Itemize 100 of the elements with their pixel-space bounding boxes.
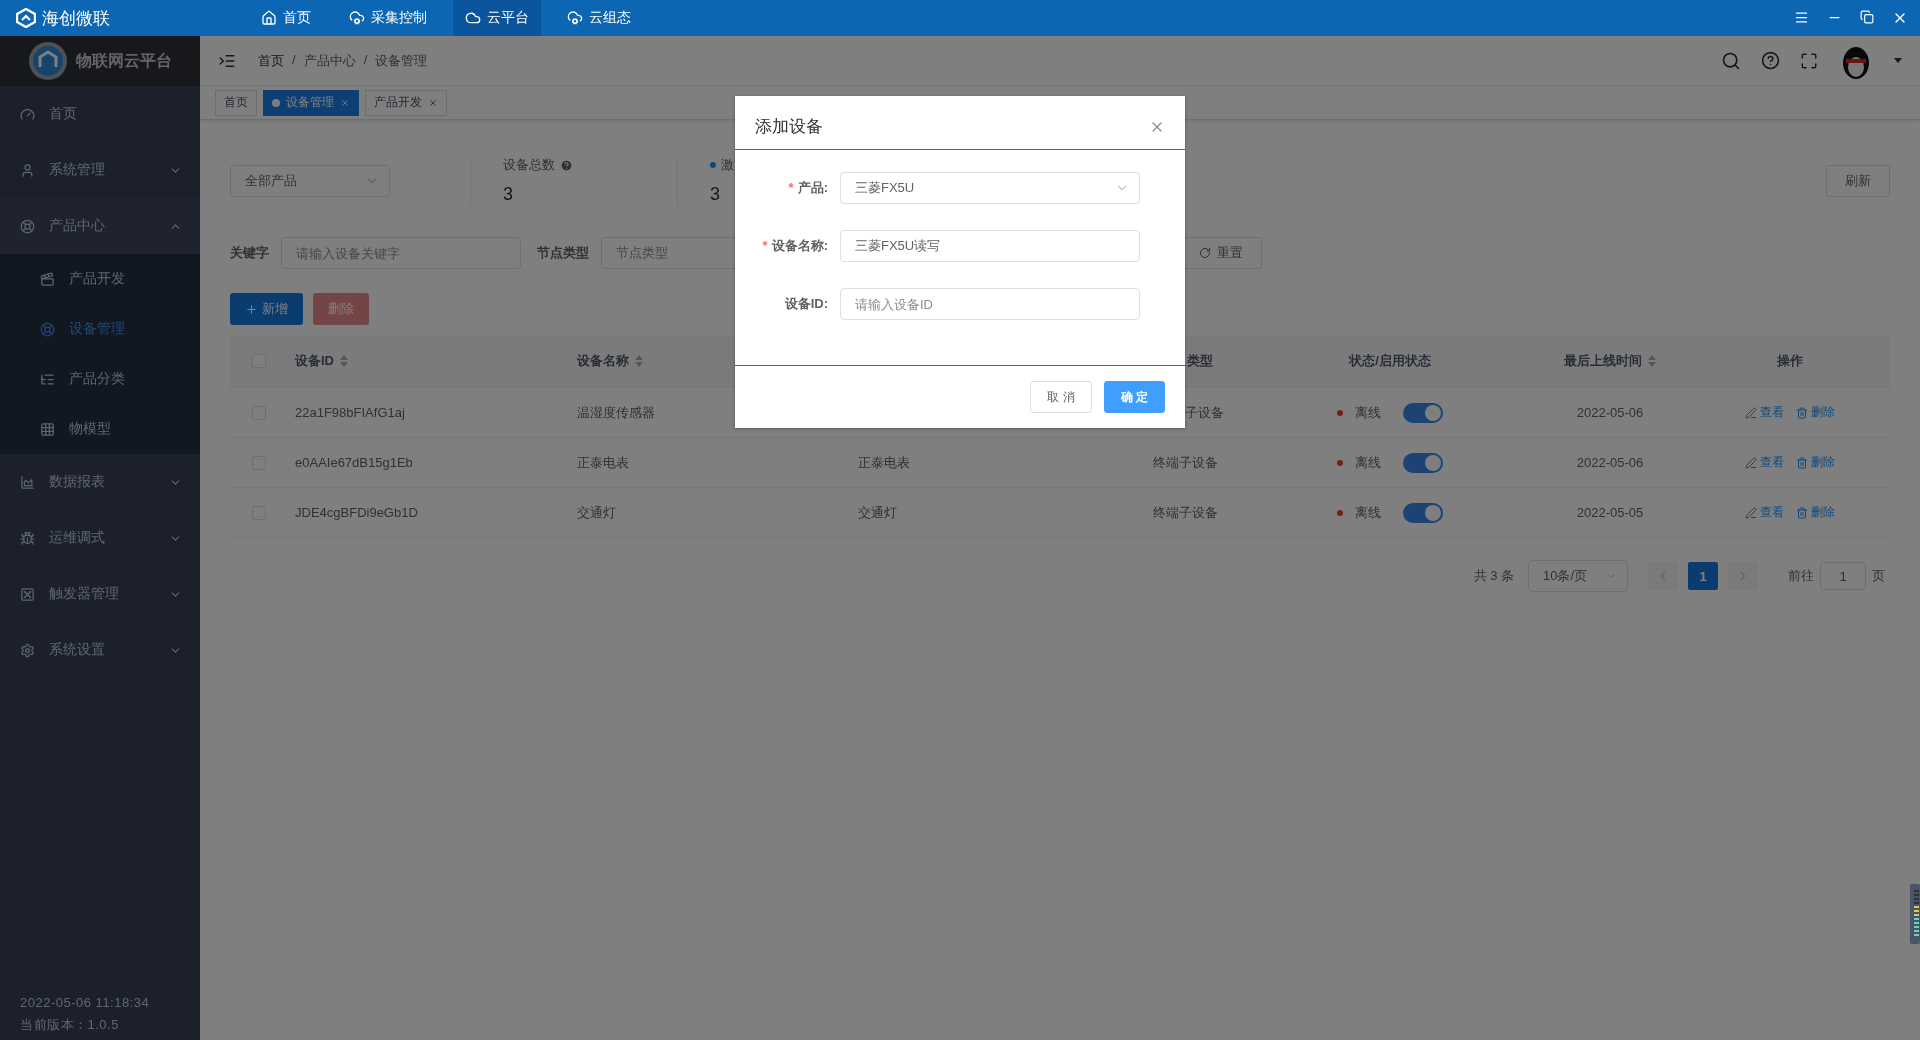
fullscreen-icon[interactable] — [1800, 51, 1818, 70]
view-link[interactable]: 查看 — [1745, 454, 1784, 471]
stat-value: 3 — [710, 184, 720, 205]
offline-dot-icon — [1337, 459, 1343, 466]
delete-link[interactable]: 删除 — [1796, 404, 1835, 421]
nav-tab[interactable]: 云组态 — [555, 0, 643, 36]
input-field[interactable]: 三菱FX5U读写 — [840, 230, 1140, 262]
restore-icon[interactable] — [1860, 10, 1874, 24]
table-cell-text: 正泰电表 — [576, 453, 630, 472]
field-label: 设备ID: — [783, 295, 829, 313]
page-tab[interactable]: 产品开发 — [365, 89, 447, 116]
field-label: * 设备名称: — [761, 237, 829, 255]
bug-icon — [20, 530, 35, 546]
enable-switch[interactable] — [1403, 452, 1443, 473]
cloud-gear-icon — [349, 10, 365, 26]
field-label: * 产品: — [787, 179, 829, 197]
sidebar-item[interactable]: 系统管理 — [0, 142, 200, 198]
goto-label: 前往 — [1788, 567, 1814, 585]
menu-icon[interactable] — [1794, 10, 1809, 25]
platform-title: 物联网云平台 — [76, 50, 172, 71]
sidebar-item[interactable]: 产品开发 — [0, 254, 200, 304]
sidebar-item[interactable]: 首页 — [0, 86, 200, 142]
page-suffix: 页 — [1872, 567, 1885, 585]
confirm-button[interactable]: 确 定 — [1103, 381, 1165, 413]
table-cell-text: 终端子设备 — [1152, 453, 1219, 472]
add-button[interactable]: 新增 — [230, 293, 303, 325]
delete-link[interactable]: 删除 — [1796, 454, 1835, 471]
safe-icon — [20, 586, 35, 602]
table-cell-text: 正泰电表 — [857, 453, 911, 472]
table-cell-text: 交通灯 — [576, 503, 617, 522]
pen-icon — [1745, 506, 1757, 519]
enable-switch[interactable] — [1403, 402, 1443, 423]
product-select[interactable]: 全部产品 — [230, 164, 390, 197]
status-text: 离线 — [1355, 453, 1381, 472]
search-icon[interactable] — [1721, 50, 1741, 71]
table-cell-text: JDE4cgBFDi9eGb1D — [294, 505, 419, 520]
cloud-gear-icon — [567, 10, 583, 26]
field-label: 节点类型 — [537, 244, 589, 262]
sidebar-item[interactable]: 系统设置 — [0, 622, 200, 678]
table-cell-text: 22a1F98bFIAfG1aj — [294, 405, 406, 420]
page-size-select[interactable]: 10条/页 — [1528, 560, 1628, 592]
nav-tab[interactable]: 首页 — [249, 0, 323, 36]
cancel-button[interactable]: 取 消 — [1030, 381, 1092, 413]
help-icon[interactable] — [1761, 51, 1780, 70]
sidebar-item[interactable]: 触发器管理 — [0, 566, 200, 622]
table-cell-text: 终端子设备 — [1152, 503, 1219, 522]
goto-page-field[interactable]: 1 — [1820, 562, 1866, 590]
refresh-button[interactable]: 刷新 — [1826, 164, 1890, 197]
enable-switch[interactable] — [1403, 502, 1443, 523]
view-link[interactable]: 查看 — [1745, 504, 1784, 521]
settings-icon — [20, 642, 35, 658]
breadcrumb-item[interactable]: 首页 — [258, 51, 284, 70]
stat-label: 设备总数 — [503, 156, 573, 174]
view-link[interactable]: 查看 — [1745, 404, 1784, 421]
page-button[interactable]: 1 — [1688, 562, 1718, 590]
column-header: 操作 — [1776, 352, 1804, 370]
level-meter-drawing — [1910, 884, 1920, 944]
offline-dot-icon — [1337, 509, 1343, 516]
sidebar-item[interactable]: 设备管理 — [0, 304, 200, 354]
page-tab[interactable]: 设备管理 — [263, 89, 359, 116]
table-cell-text: 子设备 — [1184, 403, 1225, 422]
active-dot-icon — [272, 98, 280, 107]
page-tab[interactable]: 首页 — [215, 89, 257, 116]
table-cell-text: 2022-05-06 — [1575, 455, 1645, 470]
total-count: 共 3 条 — [1473, 567, 1514, 585]
table-cell-text: 2022-05-06 — [1575, 405, 1645, 420]
delete-link[interactable]: 删除 — [1796, 504, 1835, 521]
sort-icon — [340, 355, 348, 367]
app-brand: 海创微联 — [0, 6, 249, 30]
lifebuoy-icon — [40, 321, 55, 337]
sidebar-item[interactable]: 运维调式 — [0, 510, 200, 566]
status-text: 离线 — [1355, 403, 1381, 422]
offline-dot-icon — [1337, 409, 1343, 416]
caret-icon[interactable] — [1894, 58, 1902, 63]
dialog-title: 添加设备 — [755, 116, 823, 138]
close-icon[interactable] — [428, 97, 438, 108]
product-select[interactable]: 三菱FX5U — [840, 172, 1140, 204]
nav-tab[interactable]: 云平台 — [453, 0, 541, 36]
breadcrumb-separator: / — [292, 51, 296, 69]
trash-icon — [1796, 406, 1808, 419]
trash-icon — [1796, 506, 1808, 519]
gauge-icon — [20, 106, 35, 122]
breadcrumb-item: 设备管理 — [375, 51, 428, 70]
nav-tab[interactable]: 采集控制 — [337, 0, 439, 36]
sidebar-item[interactable]: 产品分类 — [0, 354, 200, 404]
column-header: 最后上线时间 — [1490, 352, 1730, 370]
input-field[interactable]: 请输入设备ID — [840, 288, 1140, 320]
grid-icon — [40, 421, 55, 437]
trash-icon — [1796, 456, 1808, 469]
sidebar-item[interactable]: 数据报表 — [0, 454, 200, 510]
sidebar-item[interactable]: 物模型 — [0, 404, 200, 454]
logo-icon — [16, 8, 36, 28]
chart-icon — [20, 474, 35, 490]
column-header: 状态/启用状态 — [1347, 352, 1432, 370]
reset-icon — [1199, 247, 1211, 259]
pen-icon — [1745, 456, 1757, 469]
status-text: 离线 — [1355, 503, 1381, 522]
sidebar-item[interactable]: 产品中心 — [0, 198, 200, 254]
lifebuoy-icon — [20, 218, 35, 234]
sort-icon — [1648, 355, 1656, 367]
